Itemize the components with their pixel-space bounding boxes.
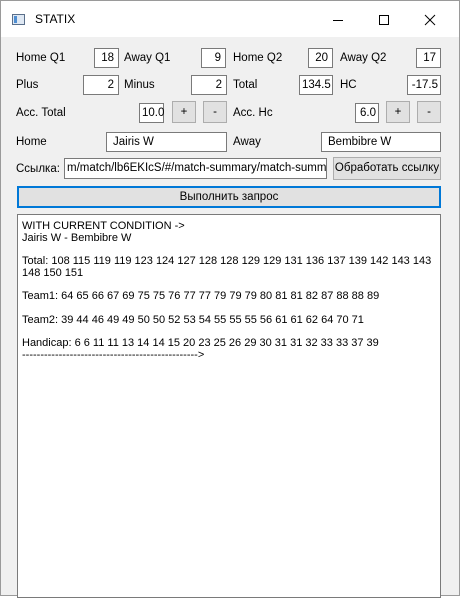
output-match-line: Jairis W - Bembibre W [22,231,132,244]
maximize-icon [379,15,389,25]
away-team-input[interactable]: Bembibre W [321,132,441,152]
output-team1-line: Team1: 64 65 66 67 69 75 75 76 77 77 79 … [22,290,380,302]
plus-label: Plus [16,79,39,91]
home-q1-label: Home Q1 [16,52,66,64]
main-window: STATIX Home Q1 18 Away Q1 9 Home Q2 20 A… [0,0,460,598]
window-title: STATIX [35,12,76,26]
acc-total-minus-button[interactable]: - [203,101,227,123]
close-icon [424,14,436,26]
home-q2-input[interactable]: 20 [308,48,333,68]
output-handicap-line: Handicap: 6 6 11 11 13 14 14 15 20 23 25… [22,337,379,349]
home-q2-label: Home Q2 [233,52,283,64]
away-q1-input[interactable]: 9 [201,48,226,68]
hc-input[interactable]: -17.5 [407,75,441,95]
plus-input[interactable]: 2 [83,75,119,95]
minus-input[interactable]: 2 [191,75,227,95]
output-arrow-line: ----------------------------------------… [22,348,205,361]
acc-hc-plus-button[interactable]: + [386,101,410,123]
minimize-icon [333,20,343,21]
process-link-button[interactable]: Обработать ссылку [333,157,441,180]
maximize-button[interactable] [361,1,407,37]
close-button[interactable] [407,1,453,37]
home-team-label: Home [16,136,47,148]
minus-label: Minus [124,79,155,91]
acc-total-plus-button[interactable]: + [172,101,196,123]
minimize-button[interactable] [315,1,361,37]
output-condition-line: WITH CURRENT CONDITION -> [22,220,185,232]
away-q2-input[interactable]: 17 [416,48,441,68]
acc-hc-input[interactable]: 6.0 [355,103,379,123]
home-q1-input[interactable]: 18 [94,48,119,68]
home-team-input[interactable]: Jairis W [106,132,227,152]
acc-hc-label: Acc. Hc [233,107,273,119]
output-textarea[interactable]: WITH CURRENT CONDITION -> Jairis W - Bem… [17,214,441,598]
output-total-line: Total: 108 115 119 119 123 124 127 128 1… [22,255,435,279]
away-q1-label: Away Q1 [124,52,171,64]
acc-hc-minus-button[interactable]: - [417,101,441,123]
hc-label: HC [340,79,357,91]
app-icon [12,14,25,25]
acc-total-input[interactable]: 10.0 [139,103,164,123]
away-q2-label: Away Q2 [340,52,387,64]
link-input[interactable]: m/match/lb6EKIcS/#/match-summary/match-s… [64,158,327,179]
total-input[interactable]: 134.5 [299,75,333,95]
run-query-button[interactable]: Выполнить запрос [17,186,441,208]
link-label: Ссылка: [16,163,60,175]
title-bar[interactable]: STATIX [1,1,459,37]
output-team2-line: Team2: 39 44 46 49 49 50 50 52 53 54 55 … [22,313,364,326]
away-team-label: Away [233,136,261,148]
total-label: Total [233,79,258,91]
acc-total-label: Acc. Total [16,107,66,119]
